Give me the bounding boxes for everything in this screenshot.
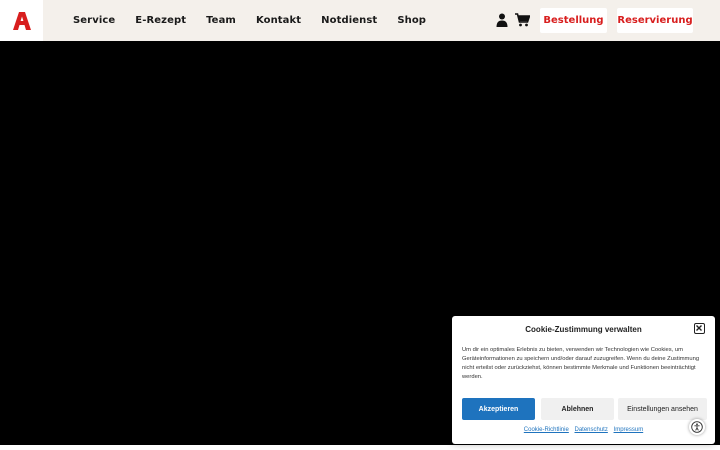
accept-button[interactable]: Akzeptieren (462, 398, 535, 420)
nav-item-kontakt[interactable]: Kontakt (256, 15, 301, 26)
user-icon[interactable] (496, 13, 508, 27)
nav-item-e-rezept[interactable]: E-Rezept (135, 15, 186, 26)
main-nav: Service E-Rezept Team Kontakt Notdienst … (73, 0, 446, 41)
cookie-policy-link[interactable]: Cookie-Richtlinie (524, 427, 569, 433)
accessibility-button[interactable] (689, 419, 705, 435)
cookie-text: Um dir ein optimales Erlebnis zu bieten,… (462, 347, 700, 380)
logo[interactable] (0, 0, 43, 41)
nav-item-team[interactable]: Team (206, 15, 236, 26)
close-button[interactable] (694, 323, 705, 334)
order-button[interactable]: Bestellung (540, 8, 607, 33)
nav-item-service[interactable]: Service (73, 15, 115, 26)
cookie-links: Cookie-Richtlinie Datenschutz Impressum (452, 427, 715, 433)
settings-button[interactable]: Einstellungen ansehen (618, 398, 707, 420)
imprint-link[interactable]: Impressum (614, 427, 644, 433)
nav-item-shop[interactable]: Shop (397, 15, 426, 26)
cart-icon[interactable] (515, 13, 530, 27)
accessibility-icon (691, 421, 703, 433)
cookie-consent-dialog: Cookie-Zustimmung verwalten Um dir ein o… (452, 316, 715, 444)
reservation-button[interactable]: Reservierung (617, 8, 693, 33)
apotheke-logo-icon (12, 11, 31, 30)
privacy-link[interactable]: Datenschutz (575, 427, 608, 433)
close-icon (696, 325, 703, 332)
cookie-title: Cookie-Zustimmung verwalten (525, 325, 642, 334)
site-header: Service E-Rezept Team Kontakt Notdienst … (0, 0, 720, 41)
deny-button[interactable]: Ablehnen (541, 398, 614, 420)
nav-item-notdienst[interactable]: Notdienst (321, 15, 377, 26)
